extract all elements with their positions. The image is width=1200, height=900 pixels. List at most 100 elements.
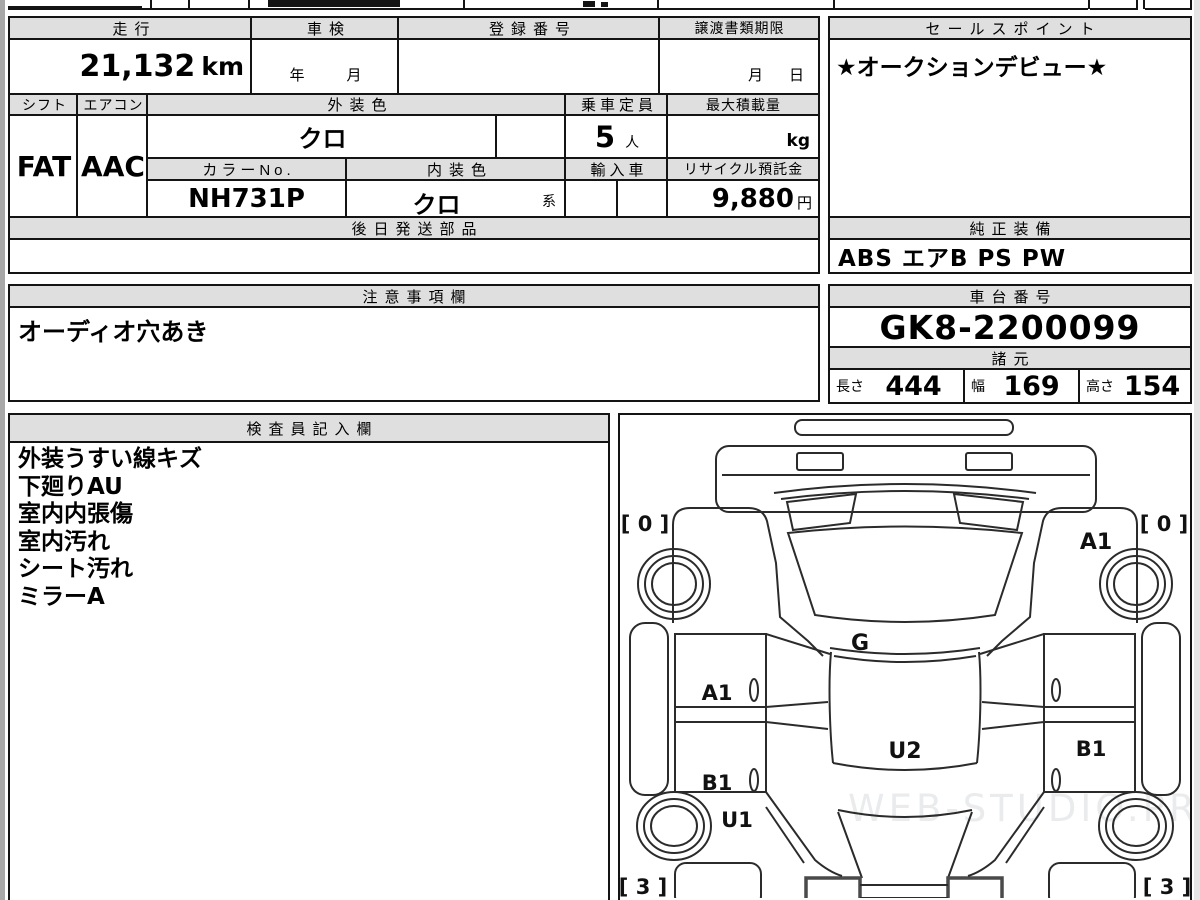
aircon-text: AAC — [81, 149, 145, 183]
shaken-value: 年 月 — [250, 38, 401, 95]
rear-wheel-left — [636, 791, 712, 861]
shaken-header: 車検 — [250, 16, 401, 40]
recycle-unit: 円 — [796, 195, 812, 212]
notes-value: オーディオ穴あき — [8, 306, 820, 402]
inspector-header: 検査員記入欄 — [10, 415, 608, 443]
import-header: 輸入車 — [564, 157, 670, 181]
inspector-box: 検査員記入欄 外装うすい線キズ 下廻りAU 室内内張傷 室内汚れ シート汚れ ミ… — [8, 413, 610, 900]
specs-header: 諸元 — [828, 346, 1192, 370]
inspector-line: 室内汚れ — [18, 528, 110, 555]
exterior-color-value: クロ — [146, 114, 499, 159]
capacity-value: 5 人 — [564, 114, 670, 159]
zone-rear-right-label: [ 3 ] — [1143, 875, 1190, 898]
rear-door-left-label: B1 — [702, 771, 733, 795]
shift-text: FAT — [16, 149, 72, 183]
spec-height-label: 高さ — [1086, 378, 1114, 394]
roof-label: U2 — [888, 739, 921, 764]
color-no-header: カラーNo. — [146, 157, 347, 181]
front-fender-right-label: A1 — [1080, 530, 1112, 555]
sill-left — [629, 622, 669, 796]
front-bumper-top — [794, 419, 1014, 436]
rear-bumper-corner-right — [1048, 862, 1136, 898]
inspector-line: 室内内張傷 — [18, 501, 133, 527]
payload-value: kg — [666, 114, 820, 159]
spec-length-cell: 長さ 444 — [828, 368, 965, 404]
door-handle-front-right — [1051, 678, 1061, 702]
equipment-value: ABS エアB PS PW — [828, 238, 1192, 274]
inspector-line: ミラーA — [18, 583, 105, 610]
rear-quarter-left-label: U1 — [721, 808, 753, 832]
chassis-text: GK8-2200099 — [879, 307, 1141, 347]
later-parts-value — [8, 238, 820, 274]
exterior-color-extra-cell — [495, 114, 568, 159]
sales-point-box: ★オークションデビュー★ — [828, 38, 1192, 218]
capacity-unit: 人 — [625, 134, 640, 150]
registration-value — [397, 38, 662, 95]
interior-color-suffix: 系 — [542, 193, 556, 209]
import-cell-2 — [616, 179, 670, 218]
door-handle-front-left — [749, 678, 759, 702]
inspector-line: 外装うすい線キズ — [18, 446, 202, 472]
exterior-color-text: クロ — [298, 125, 347, 153]
shaken-month-label: 月 — [346, 67, 362, 84]
import-cell-1 — [564, 179, 618, 218]
deadline-value: 月 日 — [658, 38, 820, 95]
zone-front-left-label: [ 0 ] — [621, 512, 669, 536]
payload-header: 最大積載量 — [666, 93, 820, 116]
recycle-value: 9,880 円 — [666, 179, 820, 218]
inspector-line: 下廻りAU — [18, 473, 123, 500]
chassis-header: 車台番号 — [828, 284, 1192, 308]
mileage-number: 21,132 — [79, 49, 196, 84]
capacity-header: 乗車定員 — [564, 93, 670, 116]
interior-color-value: クロ 系 — [345, 179, 568, 219]
notes-header: 注意事項欄 — [8, 284, 820, 308]
exterior-color-header: 外装色 — [146, 93, 568, 116]
shift-header: シフト — [8, 93, 80, 116]
aircon-header: エアコン — [76, 93, 150, 116]
scan-left-edge — [0, 0, 5, 900]
mileage-unit: km — [201, 52, 244, 81]
rear-bumper-corner-left — [674, 862, 762, 898]
equipment-header: 純正装備 — [828, 216, 1192, 240]
sales-point-header: セールスポイント — [828, 16, 1192, 40]
spec-height-value: 154 — [1123, 370, 1181, 402]
deadline-month-label: 月 — [747, 67, 763, 84]
mileage-value: 21,132 km — [8, 38, 254, 95]
interior-color-text: クロ — [412, 191, 461, 219]
notes-text: オーディオ穴あき — [18, 318, 209, 346]
windshield — [786, 525, 1024, 623]
door-handle-rear-left — [749, 768, 759, 792]
front-bumper-panel — [715, 445, 1097, 513]
auction-sheet: 走行 車検 登録番号 譲渡書類期限 セールスポイント 21,132 km 年 月… — [0, 0, 1200, 900]
zone-front-right-label: [ 0 ] — [1140, 512, 1188, 536]
rear-deck-left — [804, 876, 862, 898]
front-garnish-right — [965, 452, 1013, 471]
inspector-line: シート汚れ — [18, 556, 133, 582]
equipment-text: ABS エアB PS PW — [838, 246, 1067, 272]
rear-deck-right — [946, 876, 1004, 898]
deadline-header: 譲渡書類期限 — [658, 16, 820, 40]
doors-right — [1043, 633, 1136, 793]
sales-point-text: ★オークションデビュー★ — [836, 55, 1108, 81]
aircon-value: AAC — [76, 114, 150, 218]
damage-diagram-box: WEB-STUDIO.PRO G U2 — [618, 413, 1192, 900]
chassis-value: GK8-2200099 — [828, 306, 1192, 348]
deadline-day-label: 日 — [788, 67, 804, 84]
scan-right-edge — [1194, 0, 1200, 900]
zone-rear-left-label: [ 3 ] — [620, 875, 667, 898]
spec-width-cell: 幅 169 — [963, 368, 1080, 404]
front-door-left-label: A1 — [702, 681, 733, 705]
registration-header: 登録番号 — [397, 16, 662, 40]
spec-length-value: 444 — [885, 370, 942, 402]
spec-height-cell: 高さ 154 — [1078, 368, 1192, 404]
watermark-text: WEB-STUDIO.PRO — [848, 787, 1190, 830]
rear-window — [832, 762, 978, 771]
spec-width-label: 幅 — [971, 378, 985, 394]
color-no-value: NH731P — [146, 179, 347, 218]
mileage-header: 走行 — [8, 16, 254, 40]
interior-color-header: 内装色 — [345, 157, 568, 181]
doors-left — [674, 633, 767, 793]
payload-unit: kg — [786, 131, 810, 151]
spec-length-label: 長さ — [836, 378, 864, 394]
spec-width-value: 169 — [1003, 370, 1060, 402]
